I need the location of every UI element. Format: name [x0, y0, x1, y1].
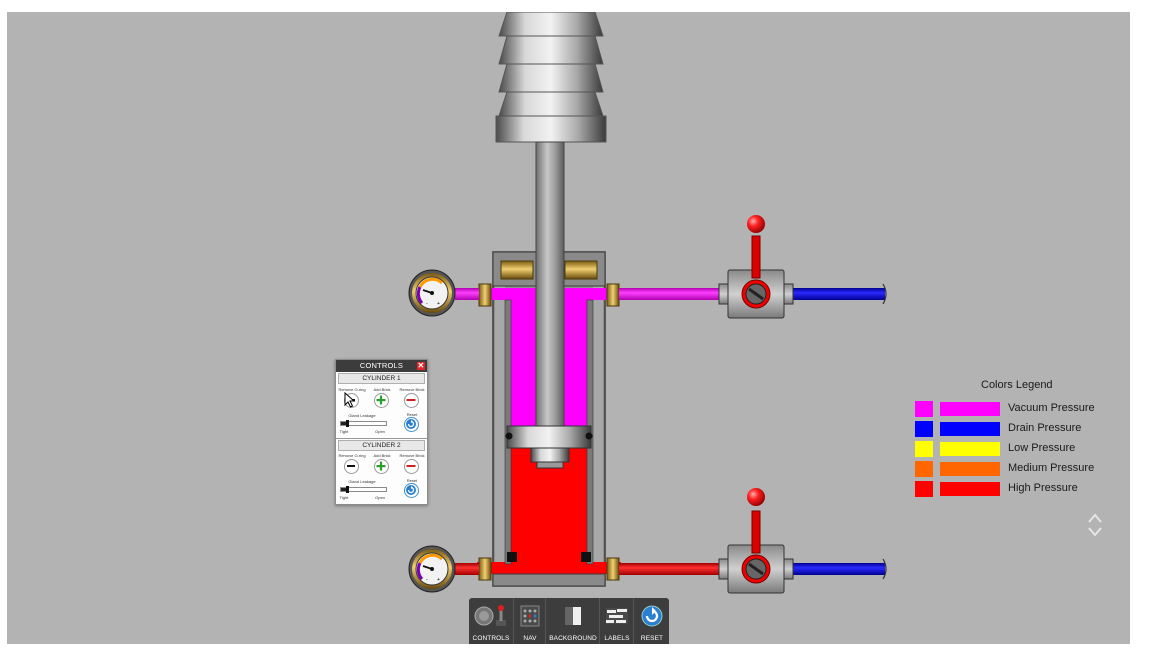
gland-leakage-knob[interactable]	[345, 486, 349, 493]
add-brick-label: Add Brick	[373, 453, 391, 458]
toolbar-labels-button[interactable]: LABELS	[599, 598, 634, 644]
remove-brick-label: Remove Brick	[399, 453, 425, 458]
legend-bar-drain	[940, 422, 1000, 436]
plus-icon	[376, 395, 386, 405]
toolbar-background-button[interactable]: BACKGROUND	[545, 598, 600, 644]
add-brick-button[interactable]	[374, 459, 389, 474]
remove-oring-button[interactable]	[344, 459, 359, 474]
gland-leakage-label: Gland Leakage	[348, 479, 376, 484]
svg-text:+: +	[437, 577, 440, 583]
gland-leakage-slider[interactable]	[340, 420, 387, 427]
legend-label-high: High Pressure	[1008, 482, 1078, 494]
pressure-gauge-top: - +	[408, 269, 456, 317]
legend-label-medium: Medium Pressure	[1008, 462, 1095, 474]
legend-swatch-vacuum	[915, 401, 933, 417]
chevron-up-icon[interactable]	[1087, 512, 1103, 524]
minus-icon	[406, 465, 416, 467]
remove-brick-button[interactable]	[404, 459, 419, 474]
background-icon	[565, 607, 581, 625]
pressure-gauge-bottom: - +	[408, 545, 456, 593]
controls-panel-header: CONTROLS ✕	[336, 360, 427, 372]
controls-panel-title: CONTROLS	[359, 361, 404, 370]
reset-icon	[641, 605, 663, 627]
remove-brick-button[interactable]	[404, 393, 419, 408]
close-icon[interactable]: ✕	[417, 362, 425, 370]
legend-swatch-drain	[915, 421, 933, 437]
cylinder-2-section: CYLINDER 2 Remove O-ring Add Brick Remov…	[336, 438, 427, 504]
brick-stack	[495, 12, 607, 143]
add-brick-button[interactable]	[374, 393, 389, 408]
cylinder-1-title: CYLINDER 1	[338, 373, 425, 384]
valve-top[interactable]	[718, 215, 794, 319]
simulation-canvas: - + - + CONTROLS ✕ CYLINDER 1 Remove O-r…	[7, 12, 1130, 644]
legend-label-vacuum: Vacuum Pressure	[1008, 402, 1095, 414]
gland-leakage-slider[interactable]	[340, 486, 387, 493]
toolbar-nav-button[interactable]: NAV	[513, 598, 546, 644]
nav-icon	[520, 605, 540, 627]
legend-bar-low	[940, 442, 1000, 456]
legend-bar-vacuum	[940, 402, 1000, 416]
legend-bar-medium	[940, 462, 1000, 476]
tight-label: Tight	[339, 429, 349, 434]
gland-leakage-knob[interactable]	[345, 420, 349, 427]
legend-bar-high	[940, 482, 1000, 496]
reset-icon	[406, 485, 416, 495]
toolbar-controls-button[interactable]: CONTROLS	[469, 598, 513, 644]
svg-text:+: +	[437, 301, 440, 307]
open-label: Open	[375, 495, 385, 500]
toolbar-nav-label: NAV	[523, 635, 537, 642]
legend-swatch-low	[915, 441, 933, 457]
minus-icon	[406, 399, 416, 401]
reset-icon	[406, 419, 416, 429]
toolbar-reset-button[interactable]: RESET	[633, 598, 670, 644]
controls-panel: CONTROLS ✕ CYLINDER 1 Remove O-ring Add …	[335, 359, 428, 505]
remove-oring-label: Remove O-ring	[338, 453, 366, 458]
toolbar-controls-label: CONTROLS	[472, 635, 510, 642]
legend-title: Colors Legend	[981, 379, 1053, 391]
minus-icon	[347, 465, 355, 467]
controls-icon	[474, 605, 506, 626]
valve-bottom[interactable]	[718, 488, 794, 594]
toolbar-labels-label: LABELS	[604, 635, 630, 642]
piston-rod	[535, 141, 565, 433]
reset-button[interactable]	[404, 417, 419, 432]
toolbar-reset-label: RESET	[640, 635, 664, 642]
reset-button[interactable]	[404, 483, 419, 498]
legend-swatch-high	[915, 481, 933, 497]
open-label: Open	[375, 429, 385, 434]
mouse-cursor-icon	[344, 392, 356, 408]
tight-label: Tight	[339, 495, 349, 500]
hydraulic-cylinder-diagram: - + - +	[408, 12, 887, 594]
labels-icon	[606, 608, 628, 624]
chevron-down-icon[interactable]	[1087, 526, 1103, 538]
gland-leakage-label: Gland Leakage	[348, 413, 376, 418]
bottom-toolbar: CONTROLS NAV BACKGROUND LABELS RESET	[469, 598, 669, 644]
remove-brick-label: Remove Brick	[399, 387, 425, 392]
legend-label-drain: Drain Pressure	[1008, 422, 1082, 434]
legend-label-low: Low Pressure	[1008, 442, 1076, 454]
legend-swatch-medium	[915, 461, 933, 477]
cylinder-2-title: CYLINDER 2	[338, 440, 425, 451]
add-brick-label: Add Brick	[373, 387, 391, 392]
toolbar-background-label: BACKGROUND	[549, 635, 597, 642]
plus-icon	[376, 461, 386, 471]
